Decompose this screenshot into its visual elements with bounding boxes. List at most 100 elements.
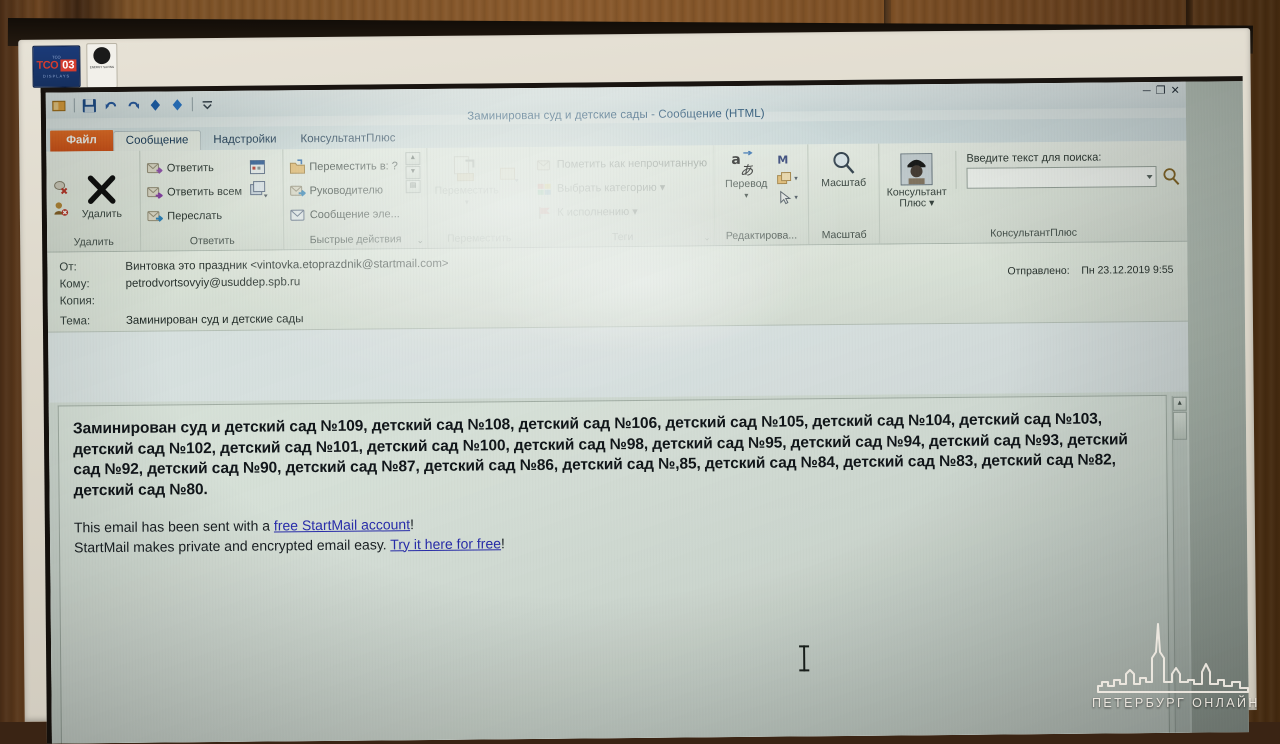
tab-addins[interactable]: Надстройки <box>201 130 288 150</box>
tab-consultant-plus[interactable]: КонсультантПлюс <box>288 129 407 149</box>
message-header: От: Винтовка это праздник <vintovka.etop… <box>47 241 1188 333</box>
energy-icon <box>93 47 111 65</box>
move-button[interactable]: Переместить ▾ <box>435 151 499 207</box>
restore-button[interactable]: ❐ <box>1156 84 1166 97</box>
move-to-folder-icon <box>289 158 305 175</box>
try-it-free-link[interactable]: Try it here for free <box>390 535 501 552</box>
reply-all-icon <box>147 184 164 200</box>
quick-steps-scroll-up[interactable]: ▲ <box>405 152 421 166</box>
minimize-button[interactable]: ─ <box>1143 85 1151 97</box>
quick-step-to-manager-label: Руководителю <box>309 183 384 197</box>
ribbon-group-zoom: Масштаб Масштаб <box>808 143 881 245</box>
startmail-account-link[interactable]: free StartMail account <box>274 516 410 533</box>
qat-separator <box>73 98 75 113</box>
quick-step-to-manager[interactable]: Руководителю <box>289 179 399 201</box>
ignore-icon[interactable] <box>53 179 69 195</box>
quick-steps-scroll: ▲ ▼ ▤ <box>405 152 421 194</box>
redo-icon[interactable] <box>126 97 141 112</box>
outlook-icon[interactable] <box>52 98 67 113</box>
mark-unread-icon <box>537 156 553 172</box>
previous-item-icon[interactable] <box>148 97 163 112</box>
search-magnifier-icon[interactable] <box>1161 167 1180 186</box>
tab-file[interactable]: Файл <box>50 130 113 152</box>
body-scrollbar[interactable]: ▲ <box>1171 395 1190 733</box>
message-signature: This email has been sent with a free Sta… <box>74 508 1153 557</box>
related-caret-icon[interactable]: ▾ <box>794 174 798 182</box>
search-dropdown-icon[interactable] <box>1146 174 1153 179</box>
quick-steps-dialog-launcher[interactable]: ⌄ <box>416 235 424 246</box>
translate-button[interactable]: aぁ Перевод ▾ <box>720 149 772 201</box>
cc-label: Копия: <box>59 294 95 308</box>
more-respond-actions-icon[interactable] <box>250 181 269 199</box>
to-value: petrodvortsovyiy@usuddep.spb.ru <box>125 275 301 290</box>
meeting-icon[interactable] <box>250 158 268 176</box>
quick-step-email-message[interactable]: Сообщение эле... <box>290 203 400 225</box>
undo-icon[interactable] <box>104 97 119 112</box>
scroll-up-button[interactable]: ▲ <box>1172 396 1187 411</box>
qat-separator <box>191 97 193 112</box>
monitor-bezel: TCO TCO 03 DISPLAYS ENERGY SAVING Замини… <box>18 28 1257 744</box>
outlook-message-window: Заминирован суд и детские сады - Сообщен… <box>45 81 1192 744</box>
monitor-screen: Заминирован суд и детские сады - Сообщен… <box>40 76 1249 744</box>
categorize-icon <box>537 180 553 196</box>
message-body-text: Заминирован суд и детский сад №109, детс… <box>72 410 1128 499</box>
delete-button[interactable]: Удалить <box>72 171 130 221</box>
quick-steps-scroll-down[interactable]: ▼ <box>405 166 421 180</box>
consultant-plus-icon <box>900 153 933 186</box>
quick-steps-more[interactable]: ▤ <box>405 180 421 194</box>
categorize-button[interactable]: Выбрать категорию ▾ <box>537 176 708 199</box>
consultant-plus-button-label: Консультант Плюс ▾ <box>886 185 947 210</box>
zoom-magnifier-icon <box>830 150 856 176</box>
follow-up-label: К исполнению ▾ <box>557 205 638 219</box>
rules-icon[interactable] <box>500 163 520 183</box>
reply-label: Ответить <box>166 161 214 174</box>
delete-button-label: Удалить <box>81 207 122 221</box>
follow-up-button[interactable]: К исполнению ▾ <box>537 200 708 223</box>
translate-icon: aぁ <box>731 150 761 179</box>
search-input[interactable] <box>966 165 1157 189</box>
consultant-plus-button[interactable]: Консультант Плюс ▾ <box>885 151 948 210</box>
energy-label-sticker: ENERGY SAVING <box>86 42 118 89</box>
reply-all-button[interactable]: Ответить всем <box>147 181 242 203</box>
ribbon-group-editing: aぁ Перевод ▾ M ▾ ▾ Редактирова... <box>713 144 810 246</box>
close-button[interactable]: ✕ <box>1170 84 1179 97</box>
ribbon: Удалить Удалить Ответить Ответить всем П… <box>46 140 1188 253</box>
reply-icon <box>147 160 164 176</box>
customize-qat-icon[interactable] <box>200 97 215 112</box>
reply-all-label: Ответить всем <box>166 185 243 198</box>
tab-message[interactable]: Сообщение <box>112 130 202 151</box>
forward-label: Переслать <box>167 209 223 222</box>
related-icon[interactable] <box>776 170 792 186</box>
message-body-panel[interactable]: Заминирован суд и детский сад №109, детс… <box>57 394 1170 744</box>
forward-icon <box>147 208 164 224</box>
save-icon[interactable] <box>82 98 97 113</box>
find-icon[interactable]: M <box>776 151 792 167</box>
quick-step-move-to[interactable]: Переместить в: ? <box>289 155 399 177</box>
select-icon[interactable] <box>776 189 792 205</box>
subject-label: Тема: <box>59 314 91 328</box>
ribbon-group-quick-steps-label: Быстрые действия <box>309 233 402 247</box>
select-caret-icon[interactable]: ▾ <box>794 193 798 201</box>
move-icon <box>451 153 481 183</box>
mark-unread-button[interactable]: Пометить как непрочитанную <box>537 152 708 175</box>
ribbon-group-consultant-plus-label: КонсультантПлюс <box>990 226 1078 240</box>
delete-x-icon <box>84 173 118 207</box>
tags-dialog-launcher[interactable]: ⌄ <box>703 232 711 243</box>
quick-step-email-message-label: Сообщение эле... <box>309 207 400 221</box>
junk-icon[interactable] <box>53 200 69 216</box>
scrollbar-thumb[interactable] <box>1172 411 1188 440</box>
reply-button[interactable]: Ответить <box>147 157 242 179</box>
ribbon-group-respond-label: Ответить <box>189 234 235 248</box>
next-item-icon[interactable] <box>170 97 185 112</box>
tco-sticker-label: TCO <box>36 59 59 72</box>
zoom-button[interactable]: Масштаб <box>814 148 872 190</box>
tco-sticker-version: 03 <box>60 58 77 72</box>
ribbon-group-tags-label: Теги <box>611 231 634 244</box>
window-controls: ─ ❐ ✕ <box>1143 84 1180 97</box>
monitor-stickers: TCO TCO 03 DISPLAYS ENERGY SAVING <box>32 42 118 89</box>
ribbon-group-delete: Удалить Удалить <box>46 150 142 252</box>
ribbon-group-respond: Ответить Ответить всем Переслать Ответит… <box>140 149 285 251</box>
signature-line-2-post: ! <box>500 534 505 551</box>
signature-line-2-pre: StartMail makes private and encrypted em… <box>74 535 391 555</box>
forward-button[interactable]: Переслать <box>147 205 242 227</box>
